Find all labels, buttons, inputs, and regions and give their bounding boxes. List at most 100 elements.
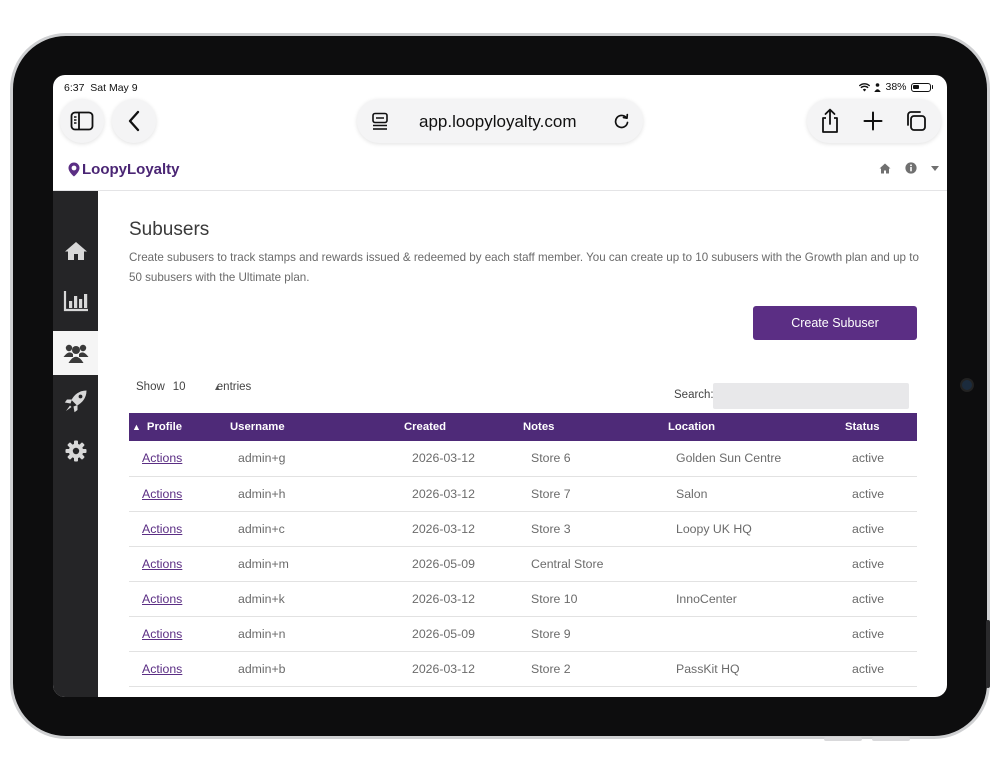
actions-link[interactable]: Actions — [142, 662, 182, 676]
cell-status-text: active — [852, 451, 885, 466]
table-row: Actions admin+n 2026-05-09 Store 9 active — [129, 616, 917, 651]
battery-icon — [910, 82, 931, 92]
cell-username: admin+k — [230, 581, 404, 616]
actions-link[interactable]: Actions — [142, 592, 182, 606]
cell-username-text: admin+m — [238, 556, 289, 571]
column-header-profile[interactable]: ▲ Profile — [129, 413, 230, 441]
cell-notes-text: Store 9 — [531, 626, 571, 641]
device-camera — [962, 380, 972, 390]
cell-status-text: active — [852, 486, 885, 501]
actions-link[interactable]: Actions — [142, 627, 182, 641]
sidebar-icon — [70, 111, 94, 131]
cell-notes: Central Store — [523, 546, 668, 581]
cell-username: admin+h — [230, 476, 404, 511]
actions-link[interactable]: Actions — [142, 487, 182, 501]
actions-link[interactable]: Actions — [142, 451, 182, 465]
home-icon[interactable] — [879, 163, 891, 174]
share-icon[interactable] — [819, 108, 841, 134]
table-header-row: ▲ Profile Username Created Notes Location… — [129, 413, 917, 441]
users-icon — [63, 344, 88, 363]
url-text: app.loopyloyalty.com — [419, 112, 577, 131]
battery-percent: 38% — [885, 81, 907, 93]
column-header-created[interactable]: Created — [404, 413, 523, 441]
cell-username-text: admin+c — [238, 521, 285, 536]
rocket-icon — [64, 390, 86, 413]
search-input[interactable] — [713, 383, 909, 409]
screen: 6:37 Sat May 9 38% app.loopyloyalty.com … — [53, 75, 947, 697]
create-subuser-button[interactable]: Create Subuser — [753, 306, 917, 340]
cell-created: 2026-03-12 — [404, 651, 523, 686]
column-header-notes[interactable]: Notes — [523, 413, 668, 441]
status-time: 6:37 Sat May 9 — [64, 82, 138, 94]
header-icons — [879, 162, 939, 174]
info-icon[interactable] — [905, 162, 917, 174]
cell-created: 2026-03-12 — [404, 476, 523, 511]
table-row: Actions admin+b 2026-03-12 Store 2 PassKit H… — [129, 651, 917, 686]
search-label: Search: — [674, 389, 714, 401]
cell-created-text: 2026-03-12 — [412, 486, 475, 501]
column-header-location[interactable]: Location — [668, 413, 845, 441]
cell-profile: Actions — [129, 616, 230, 651]
cell-status-text: active — [852, 661, 885, 676]
status-bar: 6:37 Sat May 9 38% — [53, 75, 947, 97]
entries-label: entries — [216, 381, 252, 393]
status-indicators: 38% — [859, 81, 933, 93]
entries-select[interactable]: 10 ▲︎ — [173, 381, 221, 393]
cell-status-text: active — [852, 626, 885, 641]
cell-status: active — [845, 651, 917, 686]
cell-username-text: admin+b — [238, 661, 286, 676]
cell-profile: Actions — [129, 651, 230, 686]
bar-chart-icon — [63, 291, 88, 312]
cell-notes-text: Central Store — [531, 556, 604, 571]
cell-location — [668, 616, 845, 651]
table-body: Actions admin+g 2026-03-12 Store 6 Golden Su… — [129, 441, 917, 686]
wifi-icon — [859, 82, 871, 91]
app-header: LoopyLoyalty — [53, 150, 947, 191]
cell-location: PassKit HQ — [668, 651, 845, 686]
page-description: Create subusers to track stamps and rewa… — [129, 251, 919, 284]
cell-status-text: active — [852, 591, 885, 606]
cell-notes-text: Store 6 — [531, 451, 571, 466]
cell-location: Golden Sun Centre — [668, 441, 845, 476]
back-button[interactable] — [112, 99, 156, 143]
page-menu-icon — [372, 112, 388, 130]
cell-notes-text: Store 7 — [531, 486, 571, 501]
cell-created: 2026-05-09 — [404, 546, 523, 581]
reload-icon[interactable] — [613, 112, 631, 130]
caret-down-icon[interactable] — [931, 165, 939, 171]
cell-location: InnoCenter — [668, 581, 845, 616]
column-header-status[interactable]: Status — [845, 413, 917, 441]
sidebar-item-home[interactable] — [53, 229, 98, 273]
plus-icon[interactable] — [863, 111, 883, 131]
cell-status: active — [845, 511, 917, 546]
sidebar-toggle-button[interactable] — [60, 99, 104, 143]
cell-username-text: admin+g — [238, 451, 286, 466]
cell-status-text: active — [852, 556, 885, 571]
cell-profile: Actions — [129, 546, 230, 581]
cell-username: admin+g — [230, 441, 404, 476]
cell-username-text: admin+h — [238, 486, 286, 501]
sidebar-item-launch[interactable] — [53, 379, 98, 423]
browser-actions — [807, 99, 941, 143]
cell-notes: Store 9 — [523, 616, 668, 651]
location-pin-icon — [68, 162, 80, 177]
address-bar[interactable]: app.loopyloyalty.com — [357, 99, 643, 143]
sidebar-item-analytics[interactable] — [53, 279, 98, 323]
cell-username: admin+c — [230, 511, 404, 546]
cell-username: admin+m — [230, 546, 404, 581]
cell-username-text: admin+n — [238, 626, 286, 641]
cell-location: Loopy UK HQ — [668, 511, 845, 546]
cell-status: active — [845, 546, 917, 581]
sidebar-item-settings[interactable] — [53, 429, 98, 473]
logo[interactable]: LoopyLoyalty — [68, 161, 180, 178]
cell-created-text: 2026-03-12 — [412, 661, 475, 676]
sidebar-item-subusers[interactable] — [53, 331, 98, 375]
main-content: Subusers Create subusers to track stamps… — [98, 191, 947, 697]
table-row: Actions admin+g 2026-03-12 Store 6 Golden Su… — [129, 441, 917, 476]
cell-location — [668, 546, 845, 581]
tabs-icon[interactable] — [905, 110, 927, 132]
cell-location-text: Loopy UK HQ — [676, 521, 752, 536]
actions-link[interactable]: Actions — [142, 557, 182, 571]
column-header-username[interactable]: Username — [230, 413, 404, 441]
actions-link[interactable]: Actions — [142, 522, 182, 536]
